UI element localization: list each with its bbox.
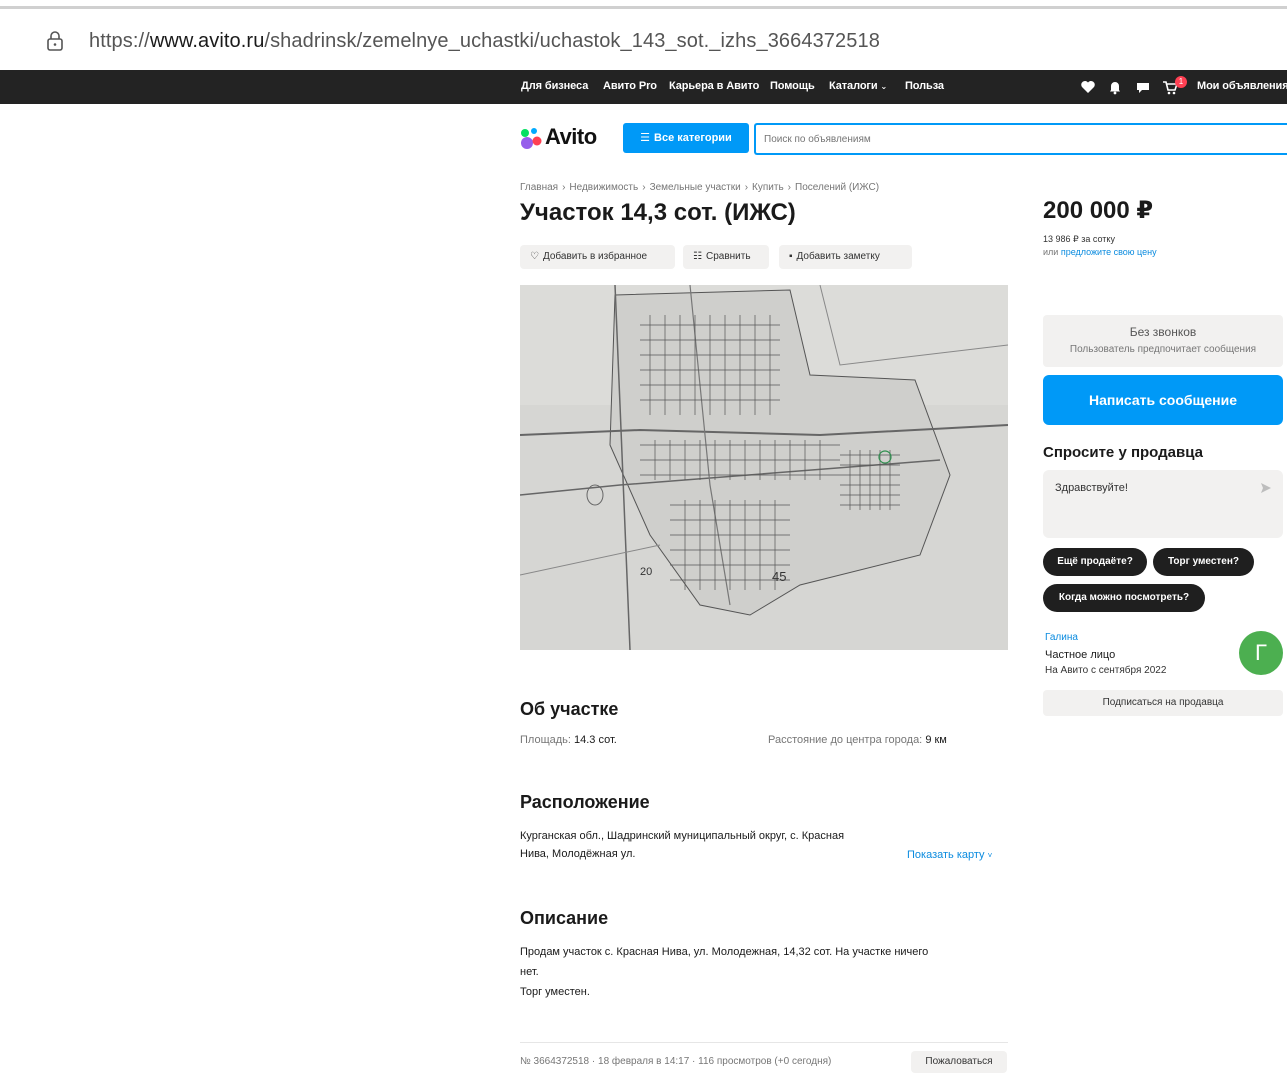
listing-title: Участок 14,3 сот. (ИЖС) <box>520 199 796 226</box>
top-navigation: Для бизнеса Авито Pro Карьера в Авито По… <box>0 70 1287 104</box>
bell-icon[interactable] <box>1107 79 1123 95</box>
compare-button[interactable]: ☷ Сравнить <box>683 245 769 269</box>
chevron-down-icon: ˅ <box>987 851 993 860</box>
add-to-favorites-button[interactable]: ♡ Добавить в избранное <box>520 245 675 269</box>
area-value: 14.3 сот. <box>574 734 617 746</box>
ask-seller-heading: Спросите у продавца <box>1043 444 1203 461</box>
listing-meta: № 3664372518 · 18 февраля в 14:17 · 116 … <box>520 1056 832 1067</box>
about-heading: Об участке <box>520 699 619 719</box>
quick-question-chip[interactable]: Ещё продаёте? <box>1043 548 1147 576</box>
nav-link-career[interactable]: Карьера в Авито <box>669 80 759 92</box>
price-per-unit: 13 986 ₽ за сотку <box>1043 234 1115 244</box>
heart-outline-icon: ♡ <box>530 251 539 262</box>
quick-question-chip[interactable]: Когда можно посмотреть? <box>1043 584 1205 612</box>
price-offer: или предложите свою цену <box>1043 247 1157 257</box>
chevron-right-icon: › <box>787 182 791 193</box>
distance-row: Расстояние до центра города: 9 км <box>768 734 947 746</box>
subscribe-button[interactable]: Подписаться на продавца <box>1043 690 1283 716</box>
seller-name-link[interactable]: Галина <box>1045 632 1078 643</box>
price: 200 000 ₽ <box>1043 197 1154 224</box>
area-label: Площадь: <box>520 734 571 746</box>
all-categories-label: Все категории <box>654 132 732 144</box>
nav-link-avito-pro[interactable]: Авито Pro <box>603 80 657 92</box>
avito-logo-text[interactable]: Avito <box>545 124 597 150</box>
all-categories-button[interactable]: ☰ Все категории <box>623 123 749 153</box>
no-calls-subtitle: Пользователь предпочитает сообщения <box>1069 344 1257 355</box>
nav-link-business[interactable]: Для бизнеса <box>521 80 588 92</box>
offer-price-link[interactable]: предложите свою цену <box>1061 247 1157 257</box>
url-prefix: https:// <box>89 30 150 52</box>
description-line: нет. <box>520 966 539 978</box>
price-offer-prefix: или <box>1043 247 1059 257</box>
ask-seller-box: Здравствуйте! <box>1043 470 1283 538</box>
no-calls-title: Без звонков <box>1129 325 1197 339</box>
search-box <box>754 123 1287 155</box>
show-map-label: Показать карту <box>907 849 985 861</box>
write-message-button[interactable]: Написать сообщение <box>1043 375 1283 425</box>
cart-badge: 1 <box>1175 76 1187 88</box>
seller-since: На Авито с сентября 2022 <box>1045 665 1167 676</box>
description-heading: Описание <box>520 908 609 928</box>
nav-link-catalogs[interactable]: Каталоги ⌄ <box>829 80 887 92</box>
tab-strip-edge <box>0 6 1287 9</box>
cadastral-map-image: 20 45 <box>520 285 1008 650</box>
show-map-link[interactable]: Показать карту ˅ <box>907 849 992 861</box>
no-calls-notice: Без звонков Пользователь предпочитает со… <box>1043 315 1283 367</box>
send-icon[interactable] <box>1259 481 1273 495</box>
chevron-right-icon: › <box>562 182 566 193</box>
add-note-button[interactable]: ▪ Добавить заметку <box>779 245 912 269</box>
distance-value: 9 км <box>925 734 947 746</box>
area-row: Площадь: 14.3 сот. <box>520 734 617 746</box>
breadcrumb-item[interactable]: Купить <box>752 182 784 193</box>
chevron-right-icon: › <box>642 182 646 193</box>
breadcrumb: Главная › Недвижимость › Земельные участки › К… <box>520 182 879 193</box>
url-text[interactable]: https://www.avito.ru/shadrinsk/zemelnye_… <box>89 30 880 53</box>
compare-label: Сравнить <box>705 251 751 262</box>
listing-photo[interactable]: 20 45 <box>520 285 1008 650</box>
search-input[interactable] <box>756 125 1287 153</box>
distance-label: Расстояние до центра города: <box>768 734 923 746</box>
avito-logo-icon[interactable] <box>519 126 545 150</box>
map-label-45: 45 <box>772 569 786 584</box>
note-icon: ▪ <box>789 251 793 262</box>
map-label-20: 20 <box>640 566 652 578</box>
avatar[interactable]: Г <box>1239 631 1283 675</box>
nav-link-benefit[interactable]: Польза <box>905 80 944 92</box>
chevron-down-icon: ⌄ <box>880 82 888 91</box>
location-heading: Расположение <box>520 792 650 812</box>
address-line: Нива, Молодёжная ул. <box>520 848 636 860</box>
chat-icon[interactable] <box>1135 79 1151 95</box>
nav-link-help[interactable]: Помощь <box>770 80 815 92</box>
description-line: Торг уместен. <box>520 986 590 998</box>
breadcrumb-item[interactable]: Земельные участки <box>650 182 741 193</box>
menu-search-icon: ☰ <box>640 132 651 144</box>
nav-link-catalogs-label: Каталоги <box>829 80 878 92</box>
description-line: Продам участок с. Красная Нива, ул. Моло… <box>520 946 929 958</box>
ask-seller-input[interactable]: Здравствуйте! <box>1043 470 1253 538</box>
url-host: www.avito.ru <box>149 30 265 52</box>
my-ads-link[interactable]: Мои объявления <box>1197 80 1287 92</box>
compare-icon: ☷ <box>693 251 702 262</box>
divider <box>520 1042 1008 1043</box>
heart-icon[interactable] <box>1080 79 1096 95</box>
browser-address-bar[interactable]: https://www.avito.ru/shadrinsk/zemelnye_… <box>0 0 1287 70</box>
address-text: Курганская обл., Шадринский муниципальны… <box>520 826 910 864</box>
add-to-favorites-label: Добавить в избранное <box>542 251 648 262</box>
seller-type: Частное лицо <box>1045 649 1116 661</box>
address-line: Курганская обл., Шадринский муниципальны… <box>520 830 845 842</box>
quick-question-chip[interactable]: Торг уместен? <box>1153 548 1254 576</box>
url-path: /shadrinsk/zemelnye_uchastki/uchastok_14… <box>264 30 880 52</box>
breadcrumb-item[interactable]: Недвижимость <box>569 182 638 193</box>
description-text: Продам участок с. Красная Нива, ул. Моло… <box>520 942 1000 1002</box>
add-note-label: Добавить заметку <box>796 251 880 262</box>
breadcrumb-item[interactable]: Поселений (ИЖС) <box>795 182 879 193</box>
chevron-right-icon: › <box>744 182 749 193</box>
lock-icon[interactable] <box>44 30 66 52</box>
breadcrumb-item[interactable]: Главная <box>520 182 558 193</box>
